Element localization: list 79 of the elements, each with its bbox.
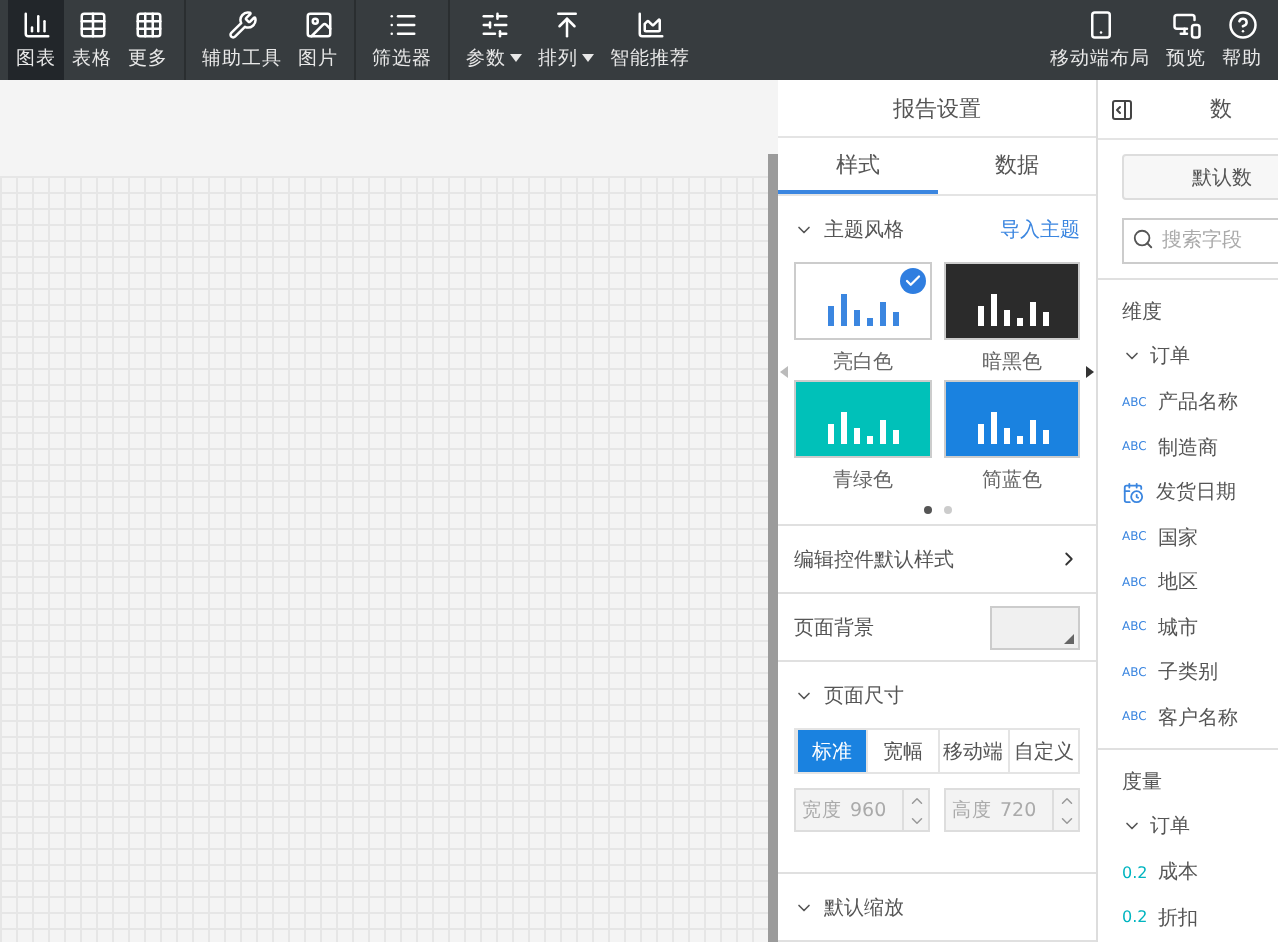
field-name: 成本 xyxy=(1158,859,1198,887)
grid-icon xyxy=(133,9,163,39)
size-option[interactable]: 标准 xyxy=(796,730,867,772)
help-icon xyxy=(1227,9,1257,39)
caret-icon xyxy=(510,54,522,62)
caret-icon xyxy=(582,54,594,62)
field-item[interactable]: 发货日期 xyxy=(1122,470,1278,515)
upload-icon xyxy=(551,9,581,39)
wrench-icon xyxy=(227,9,257,39)
bar-chart-icon xyxy=(21,9,51,39)
search-field[interactable]: 搜索字段 xyxy=(1122,218,1278,264)
page-dot[interactable] xyxy=(943,506,951,514)
list-icon xyxy=(387,9,417,39)
toolbar-button[interactable]: 参数 xyxy=(458,0,530,80)
area-chart-icon xyxy=(635,9,665,39)
row-label[interactable]: 编辑控件默认样式 xyxy=(794,545,954,573)
bar-chart-icon xyxy=(824,410,901,444)
toolbar-button[interactable]: 图表 xyxy=(8,0,64,80)
image-icon xyxy=(303,9,333,39)
spinner-icon[interactable] xyxy=(1052,790,1078,830)
tab[interactable]: 数据 xyxy=(937,138,1096,194)
field-type-label: 0.2 xyxy=(1122,908,1146,927)
table-node[interactable]: 订单 xyxy=(1122,802,1278,850)
theme-name: 简蓝色 xyxy=(981,467,1042,494)
toolbar-button[interactable]: 筛选器 xyxy=(364,0,440,80)
field-name: 地区 xyxy=(1158,569,1198,597)
field-item[interactable]: 0.2 折扣 xyxy=(1122,895,1278,940)
field-name: 发货日期 xyxy=(1156,479,1236,507)
devices-icon xyxy=(1171,9,1201,39)
table-icon xyxy=(77,9,107,39)
table-node[interactable]: 订单 xyxy=(1122,332,1278,380)
panel-title: 报告设置 xyxy=(778,80,1096,139)
search-icon xyxy=(1132,228,1154,250)
panel-title: 数 xyxy=(1210,94,1232,124)
size-option[interactable]: 移动端 xyxy=(937,730,1008,772)
section-title: 默认缩放 xyxy=(824,895,904,921)
field-name: 国家 xyxy=(1158,525,1198,552)
tab[interactable]: 样式 xyxy=(778,138,937,194)
sliders-icon xyxy=(479,9,509,39)
field-name: 客户名称 xyxy=(1158,705,1238,732)
color-picker[interactable] xyxy=(990,605,1080,649)
bar-chart-icon xyxy=(973,410,1050,444)
section-title: 度量 xyxy=(1122,769,1164,798)
toolbar-button[interactable]: 帮助 xyxy=(1214,0,1270,80)
scrollbar[interactable] xyxy=(768,154,778,942)
page-dot[interactable] xyxy=(923,506,931,514)
check-icon xyxy=(899,268,925,294)
calendar-icon xyxy=(1122,481,1144,504)
bar-chart-icon xyxy=(824,292,901,326)
toolbar-button[interactable]: 辅助工具 xyxy=(194,0,290,80)
toolbar-button[interactable]: 智能推荐 xyxy=(602,0,698,80)
import-link[interactable]: 导入主题 xyxy=(1000,215,1080,243)
collapse-icon[interactable] xyxy=(1110,97,1134,121)
field-name: 折扣 xyxy=(1158,905,1198,932)
theme-name: 青绿色 xyxy=(832,467,893,494)
dataset-button[interactable]: 默认数 xyxy=(1122,154,1278,200)
section-title: 页面尺寸 xyxy=(824,683,904,709)
section-title: 维度 xyxy=(1122,299,1164,328)
toolbar-button[interactable]: 排列 xyxy=(530,0,602,80)
phone-icon xyxy=(1085,9,1115,39)
toolbar-button[interactable]: 预览 xyxy=(1158,0,1214,80)
row-label: 页面背景 xyxy=(794,615,874,641)
toolbar-button[interactable]: 图片 xyxy=(290,0,346,80)
theme-name: 亮白色 xyxy=(832,349,893,376)
field-name: 产品名称 xyxy=(1158,389,1238,417)
field-name: 子类别 xyxy=(1158,659,1218,687)
toolbar-button[interactable]: 表格 xyxy=(64,0,120,80)
toolbar-button[interactable]: 更多 xyxy=(120,0,176,80)
theme-name: 暗黑色 xyxy=(981,349,1042,376)
field-name: 城市 xyxy=(1158,615,1198,642)
theme-card[interactable] xyxy=(943,262,1080,340)
spinner-icon[interactable] xyxy=(902,790,928,830)
size-option[interactable]: 自定义 xyxy=(1007,730,1078,772)
field-type-label: 0.2 xyxy=(1122,863,1146,882)
field-item[interactable]: 0.2 成本 xyxy=(1122,850,1278,895)
section-title: 主题风格 xyxy=(824,217,904,243)
toolbar-button[interactable]: 移动端布局 xyxy=(1042,0,1158,80)
bar-chart-icon xyxy=(973,292,1050,326)
field-name: 制造商 xyxy=(1158,435,1218,462)
